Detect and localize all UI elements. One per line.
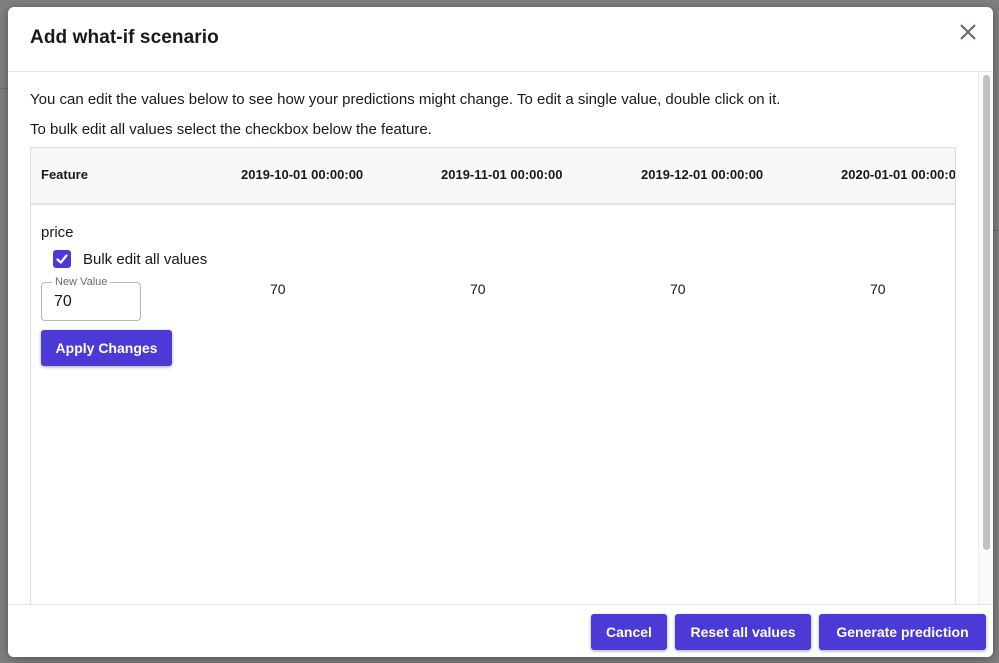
scrollbar-thumb[interactable] xyxy=(983,75,990,550)
table-cell[interactable]: 70 xyxy=(670,281,686,297)
cancel-button[interactable]: Cancel xyxy=(591,614,667,650)
description-line-1: You can edit the values below to see how… xyxy=(30,91,781,108)
modal-title: Add what-if scenario xyxy=(30,27,219,48)
column-header-date: 2020-01-01 00:00:00 xyxy=(841,167,956,182)
table-header: Feature 2019-10-01 00:00:00 2019-11-01 0… xyxy=(31,148,956,205)
backdrop-divider xyxy=(0,88,8,89)
close-icon xyxy=(960,24,976,40)
feature-name: price xyxy=(41,224,74,241)
what-if-table: Feature 2019-10-01 00:00:00 2019-11-01 0… xyxy=(30,147,956,605)
description-line-2: To bulk edit all values select the check… xyxy=(30,121,432,138)
column-header-date: 2019-11-01 00:00:00 xyxy=(441,167,563,182)
what-if-modal: Add what-if scenario You can edit the va… xyxy=(8,7,993,657)
table-cell[interactable]: 70 xyxy=(470,281,486,297)
new-value-input[interactable] xyxy=(54,293,129,311)
column-header-date: 2019-10-01 00:00:00 xyxy=(241,167,364,182)
new-value-field[interactable]: New Value xyxy=(41,276,141,321)
bulk-edit-toggle[interactable]: Bulk edit all values xyxy=(53,250,207,268)
checkmark-icon xyxy=(56,254,68,264)
column-header-feature: Feature xyxy=(41,167,88,182)
vertical-scrollbar[interactable] xyxy=(978,72,993,605)
modal-footer: Cancel Reset all values Generate predict… xyxy=(8,604,993,657)
backdrop-divider xyxy=(993,230,999,231)
bulk-edit-label: Bulk edit all values xyxy=(83,250,208,268)
modal-header: Add what-if scenario xyxy=(8,7,993,72)
new-value-label: New Value xyxy=(52,276,111,288)
reset-all-values-button[interactable]: Reset all values xyxy=(675,614,811,650)
table-cell[interactable]: 70 xyxy=(270,281,286,297)
modal-body: You can edit the values below to see how… xyxy=(8,72,993,605)
table-cell[interactable]: 70 xyxy=(870,281,886,297)
close-button[interactable] xyxy=(957,21,979,43)
column-header-date: 2019-12-01 00:00:00 xyxy=(641,167,764,182)
bulk-edit-checkbox[interactable] xyxy=(53,250,71,268)
generate-prediction-button[interactable]: Generate prediction xyxy=(819,614,986,650)
apply-changes-button[interactable]: Apply Changes xyxy=(41,330,172,366)
